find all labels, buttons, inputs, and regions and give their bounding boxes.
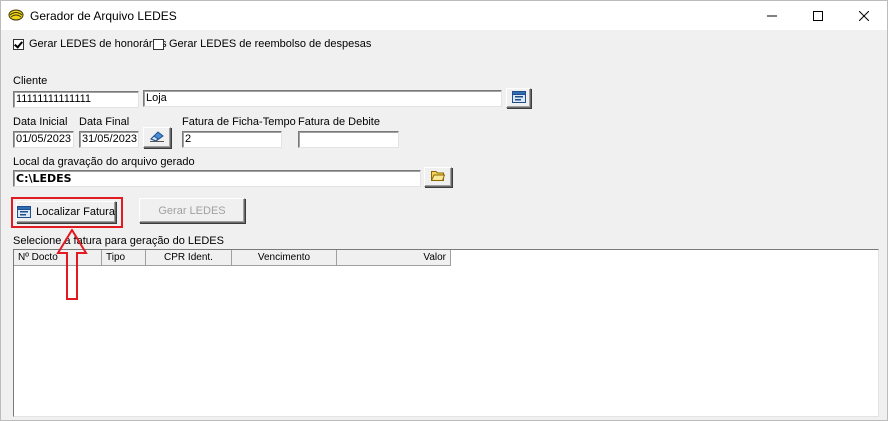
fatura-ficha-tempo-field[interactable]: 2 bbox=[182, 131, 282, 148]
reembolso-option[interactable]: Gerar LEDES de reembolso de despesas bbox=[153, 38, 371, 50]
folder-icon bbox=[430, 170, 446, 184]
reembolso-label: Gerar LEDES de reembolso de despesas bbox=[169, 38, 372, 50]
title-bar[interactable]: Gerador de Arquivo LEDES bbox=[1, 1, 887, 30]
reembolso-checkbox[interactable] bbox=[153, 38, 164, 50]
minimize-button[interactable] bbox=[749, 1, 795, 30]
annotation-highlight-box bbox=[11, 197, 123, 228]
cliente-lookup-button[interactable] bbox=[506, 88, 531, 108]
honorarios-label: Gerar LEDES de honorários bbox=[29, 38, 167, 50]
gerar-ledes-label: Gerar LEDES bbox=[158, 204, 226, 217]
column-header-vencimento[interactable]: Vencimento bbox=[232, 250, 337, 266]
column-header-valor[interactable]: Valor bbox=[337, 250, 451, 266]
data-inicial-field[interactable]: 01/05/2023 bbox=[13, 131, 74, 148]
browse-folder-button[interactable] bbox=[424, 167, 452, 187]
browse-icon bbox=[511, 90, 526, 106]
cliente-name-field[interactable]: Loja bbox=[143, 90, 502, 107]
close-button[interactable] bbox=[841, 1, 887, 30]
window-title: Gerador de Arquivo LEDES bbox=[30, 9, 177, 23]
cliente-code-field[interactable]: 11111111111111 bbox=[13, 91, 139, 108]
data-inicial-label: Data Inicial bbox=[13, 116, 68, 128]
minimize-icon bbox=[767, 15, 777, 16]
grid-caption: Selecione a fatura para geração do LEDES bbox=[13, 235, 224, 247]
maximize-icon bbox=[813, 10, 823, 21]
column-header-cpr[interactable]: CPR Ident. bbox=[146, 250, 232, 266]
fatura-debite-field[interactable] bbox=[298, 131, 399, 148]
data-final-label: Data Final bbox=[79, 116, 130, 128]
cliente-label: Cliente bbox=[13, 75, 48, 87]
leaf-icon bbox=[8, 8, 24, 22]
fatura-ficha-tempo-label: Fatura de Ficha-Tempo bbox=[182, 116, 296, 128]
close-icon bbox=[859, 10, 869, 21]
column-header-tipo[interactable]: Tipo bbox=[102, 250, 146, 266]
local-path-field[interactable]: C:\LEDES bbox=[13, 170, 421, 187]
clear-dates-button[interactable] bbox=[143, 127, 171, 148]
eraser-icon bbox=[149, 130, 165, 145]
honorarios-option[interactable]: Gerar LEDES de honorários bbox=[13, 38, 167, 50]
local-label: Local da gravação do arquivo gerado bbox=[13, 156, 195, 168]
invoice-grid[interactable]: Nº Docto Tipo CPR Ident. Vencimento Valo… bbox=[13, 249, 879, 417]
honorarios-checkbox[interactable] bbox=[13, 38, 24, 50]
fatura-debite-label: Fatura de Debite bbox=[298, 116, 380, 128]
maximize-button[interactable] bbox=[795, 1, 841, 30]
annotation-arrow-icon bbox=[56, 229, 88, 300]
main-window: Gerador de Arquivo LEDES Gerar LEDES de … bbox=[0, 0, 888, 421]
data-final-field[interactable]: 31/05/2023 bbox=[79, 131, 139, 148]
gerar-ledes-button[interactable]: Gerar LEDES bbox=[139, 198, 245, 223]
